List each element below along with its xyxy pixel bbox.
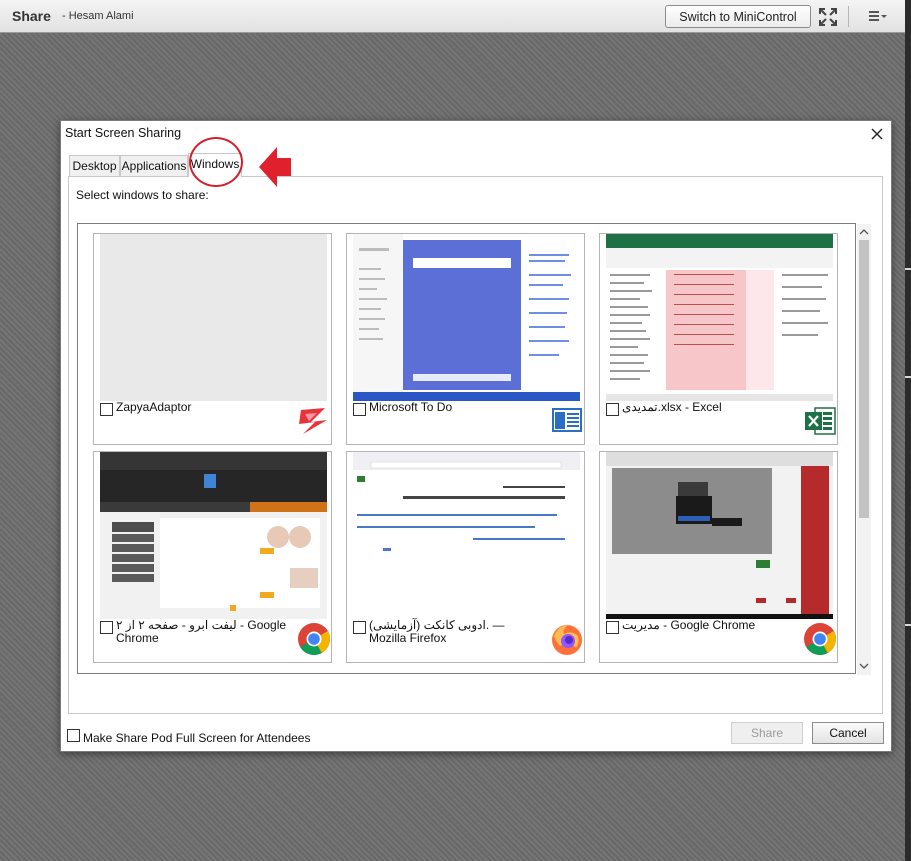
annotation-arrow bbox=[259, 147, 291, 187]
pod-title: Share bbox=[12, 8, 51, 24]
chrome-icon bbox=[297, 622, 331, 656]
window-card-excel[interactable]: تمدیدی.xlsx - Excel bbox=[599, 233, 838, 445]
window-thumbnail bbox=[100, 452, 327, 619]
switch-to-minicontrol-button[interactable]: Switch to MiniControl bbox=[665, 5, 811, 28]
toolbar-divider bbox=[848, 6, 849, 27]
select-windows-label: Select windows to share: bbox=[76, 188, 209, 202]
tab-applications[interactable]: Applications bbox=[120, 155, 188, 176]
presenter-name: - Hesam Alami bbox=[62, 10, 134, 22]
window-thumbnail bbox=[353, 452, 580, 619]
window-checkbox[interactable] bbox=[606, 621, 619, 634]
dialog-title: Start Screen Sharing bbox=[65, 126, 182, 140]
scrollbar-thumb[interactable] bbox=[859, 240, 869, 518]
window-card-chrome-1[interactable]: لیفت ابرو - صفحه ۲ از ۲ - Google Chrome bbox=[93, 451, 332, 663]
background-app-edge bbox=[905, 0, 911, 861]
window-checkbox[interactable] bbox=[100, 403, 113, 416]
edge-marker bbox=[905, 268, 911, 270]
edge-marker bbox=[905, 376, 911, 378]
window-label: لیفت ابرو - صفحه ۲ از ۲ - Google Chrome bbox=[116, 618, 287, 645]
window-checkbox[interactable] bbox=[353, 403, 366, 416]
zapya-icon bbox=[297, 404, 331, 438]
scroll-down-icon[interactable] bbox=[859, 660, 869, 672]
firefox-icon bbox=[550, 622, 584, 656]
window-label: ZapyaAdaptor bbox=[116, 400, 192, 414]
start-screen-sharing-dialog: Start Screen Sharing Desktop Application… bbox=[60, 120, 892, 752]
cancel-button[interactable]: Cancel bbox=[812, 722, 884, 744]
edge-marker bbox=[905, 624, 911, 626]
window-thumbnail bbox=[606, 234, 833, 401]
window-label: ادوبی کانکت (آزمایشی). — Mozilla Firefox bbox=[369, 618, 505, 645]
windows-tab-panel: Select windows to share: ZapyaAdaptor Mi… bbox=[68, 176, 883, 714]
window-card-zapya[interactable]: ZapyaAdaptor bbox=[93, 233, 332, 445]
excel-icon bbox=[803, 404, 837, 438]
fullscreen-attendees-label: Make Share Pod Full Screen for Attendees bbox=[83, 731, 311, 745]
tab-desktop[interactable]: Desktop bbox=[69, 155, 120, 176]
window-checkbox[interactable] bbox=[353, 621, 366, 634]
window-checkbox[interactable] bbox=[100, 621, 113, 634]
window-thumbnail bbox=[606, 452, 833, 619]
close-icon[interactable] bbox=[866, 124, 888, 144]
vertical-scrollbar[interactable] bbox=[857, 224, 871, 675]
fullscreen-attendees-checkbox[interactable] bbox=[67, 729, 80, 742]
menu-icon[interactable] bbox=[868, 9, 888, 23]
window-label: Microsoft To Do bbox=[369, 400, 453, 414]
scroll-up-icon[interactable] bbox=[859, 226, 869, 238]
fullscreen-icon[interactable] bbox=[818, 7, 838, 27]
window-label: مدیریت - Google Chrome bbox=[622, 618, 756, 632]
window-checkbox[interactable] bbox=[606, 403, 619, 416]
window-thumbnail bbox=[353, 234, 580, 401]
share-pod-titlebar: Share - Hesam Alami Switch to MiniContro… bbox=[0, 0, 905, 33]
annotation-circle bbox=[189, 137, 243, 187]
window-thumbnail-grid: ZapyaAdaptor Microsoft To Do تمدیدی.xlsx… bbox=[77, 223, 871, 675]
share-button[interactable]: Share bbox=[731, 722, 803, 744]
todo-icon bbox=[550, 404, 584, 438]
chrome-icon bbox=[803, 622, 837, 656]
window-card-todo[interactable]: Microsoft To Do bbox=[346, 233, 585, 445]
window-card-chrome-2[interactable]: مدیریت - Google Chrome bbox=[599, 451, 838, 663]
window-card-firefox[interactable]: ادوبی کانکت (آزمایشی). — Mozilla Firefox bbox=[346, 451, 585, 663]
window-thumbnail bbox=[100, 234, 327, 401]
window-label: تمدیدی.xlsx - Excel bbox=[622, 400, 722, 414]
